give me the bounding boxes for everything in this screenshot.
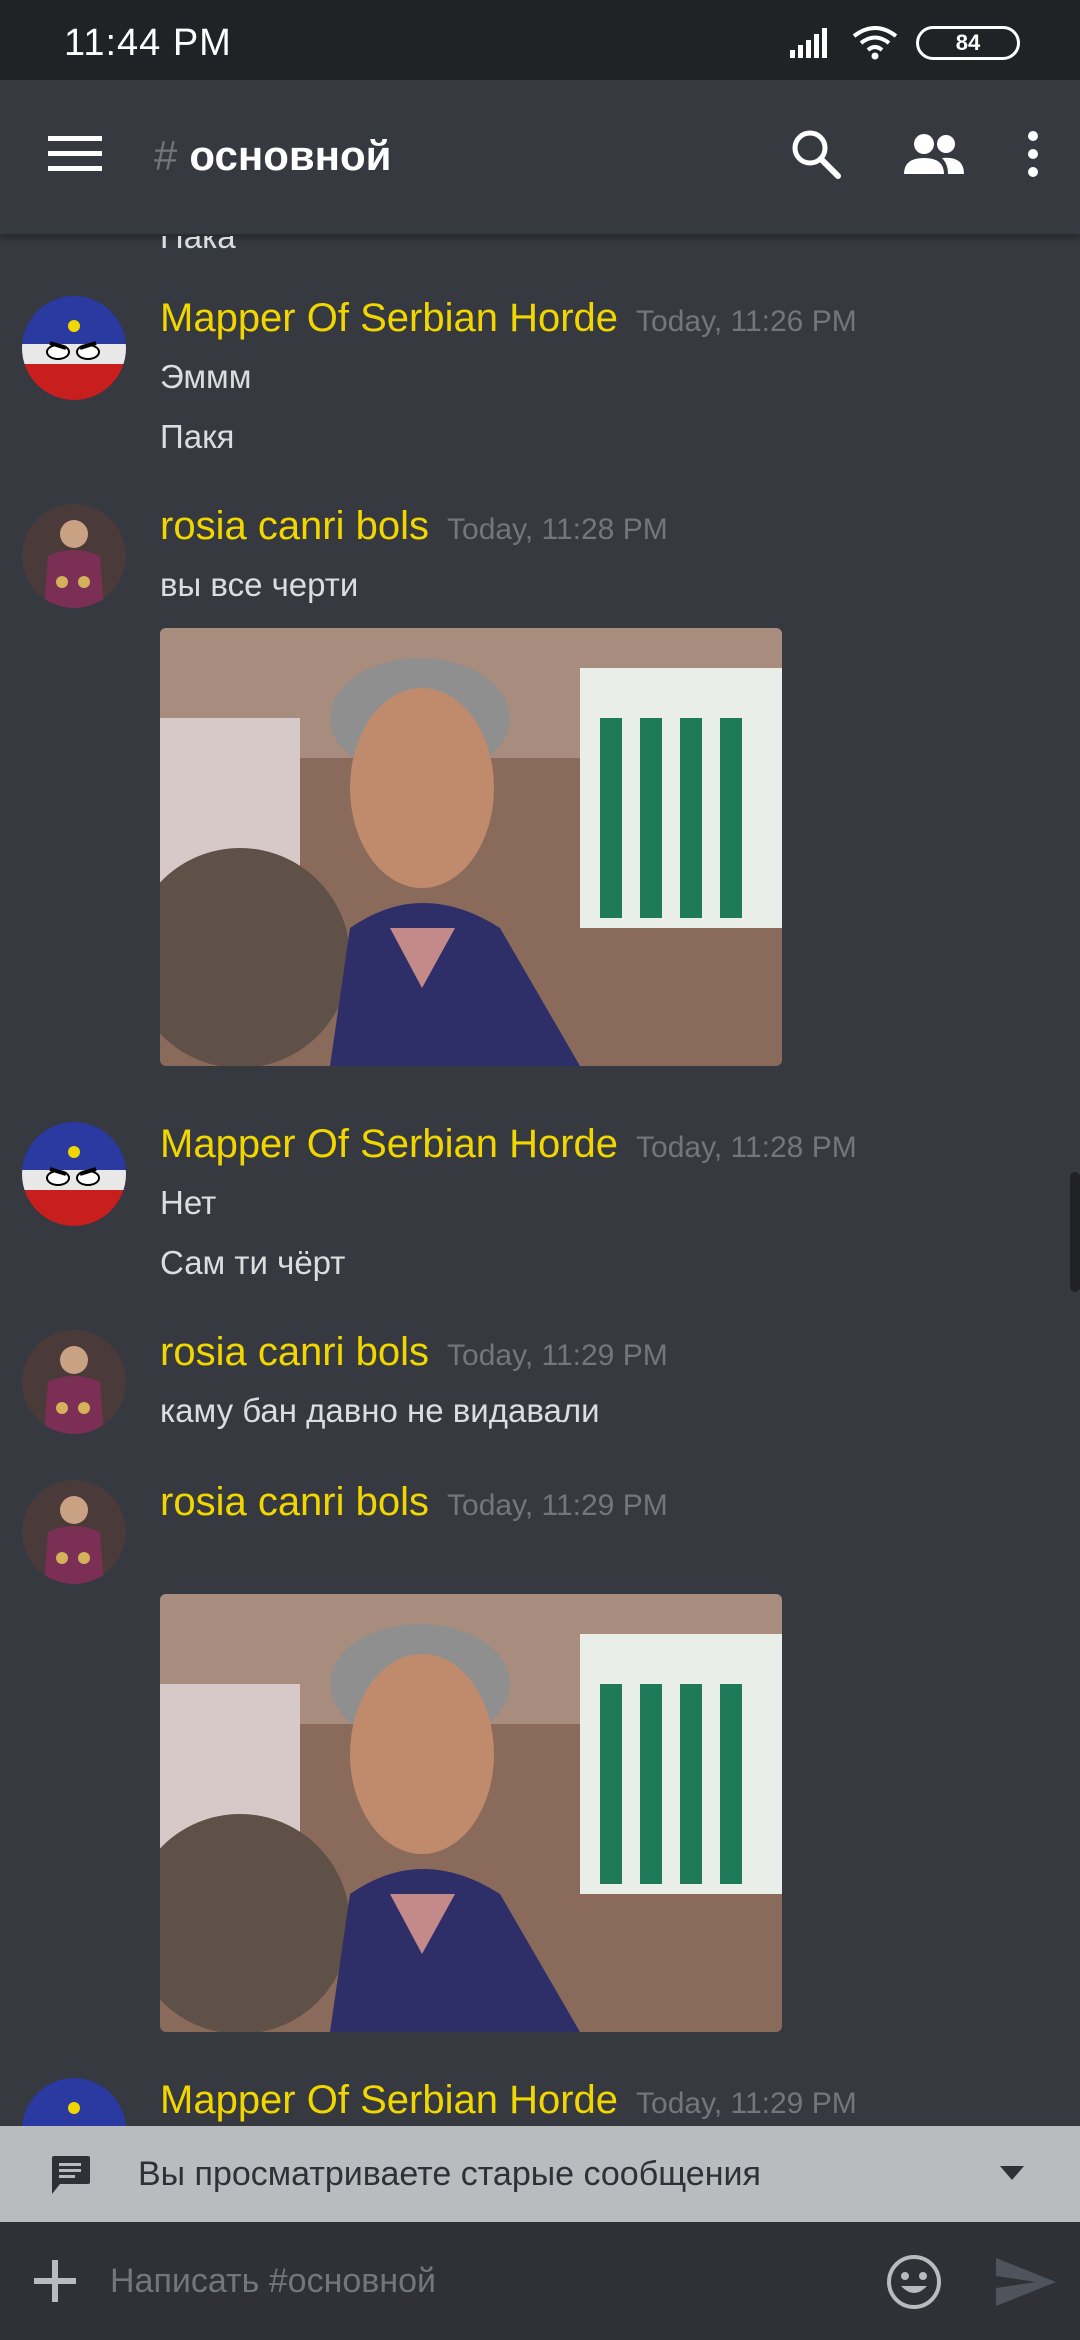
message-input[interactable]: Написать #основной xyxy=(110,2262,436,2301)
signal-icon xyxy=(790,28,827,58)
author-name[interactable]: rosia canri bols xyxy=(160,504,429,548)
emoji-icon[interactable] xyxy=(886,2254,942,2310)
author-name[interactable]: rosia canri bols xyxy=(160,1480,429,1524)
channel-name: основной xyxy=(189,132,392,179)
image-attachment[interactable] xyxy=(160,1594,782,2032)
header-actions xyxy=(790,128,1040,180)
status-bar: 11:44 PM 84 xyxy=(0,0,1080,80)
chevron-down-icon[interactable] xyxy=(1000,2166,1024,2180)
hamburger-menu-icon[interactable] xyxy=(48,134,102,174)
battery-level: 84 xyxy=(955,30,981,55)
channel-header: # основной xyxy=(0,80,1080,236)
avatar[interactable] xyxy=(22,2078,126,2126)
message-text: Сам ти чёрт xyxy=(160,1244,346,1281)
avatar[interactable] xyxy=(22,1480,126,1584)
photo-image xyxy=(160,1594,782,2032)
person-avatar-icon xyxy=(22,1480,126,1584)
message-timestamp: Today, 11:26 PM xyxy=(636,305,857,338)
person-avatar-icon xyxy=(22,504,126,608)
message-timestamp: Today, 11:29 PM xyxy=(636,2087,857,2120)
avatar[interactable] xyxy=(22,296,126,400)
author-name[interactable]: Mapper Of Serbian Horde xyxy=(160,1122,618,1166)
message-author[interactable]: Mapper Of Serbian Horde Today, 11:26 PM xyxy=(160,296,857,341)
message-composer: Написать #основной xyxy=(0,2222,1080,2340)
serbian-ball-avatar-icon xyxy=(22,2078,126,2126)
message-text: Эммм xyxy=(160,358,252,395)
more-vertical-icon[interactable] xyxy=(1026,130,1040,178)
avatar[interactable] xyxy=(22,1122,126,1226)
message-timestamp: Today, 11:29 PM xyxy=(447,1489,668,1522)
message-text: Нет xyxy=(160,1184,217,1221)
send-icon[interactable] xyxy=(996,2258,1056,2306)
author-name[interactable]: Mapper Of Serbian Horde xyxy=(160,2078,618,2122)
old-messages-text: Вы просматриваете старые сообщения xyxy=(138,2154,761,2193)
message-text: каму бан давно не видавали xyxy=(160,1392,600,1429)
channel-hash: # xyxy=(154,132,178,179)
author-name[interactable]: rosia canri bols xyxy=(160,1330,429,1374)
image-attachment[interactable] xyxy=(160,628,782,1066)
channel-title: # основной xyxy=(154,132,392,180)
status-time: 11:44 PM xyxy=(64,22,232,64)
plus-icon[interactable] xyxy=(34,2260,76,2302)
author-name[interactable]: Mapper Of Serbian Horde xyxy=(160,296,618,340)
members-icon[interactable] xyxy=(902,132,966,176)
message-author[interactable]: Mapper Of Serbian Horde Today, 11:29 PM xyxy=(160,2078,857,2123)
avatar[interactable] xyxy=(22,1330,126,1434)
message-text: Пакя xyxy=(160,418,235,455)
message-author[interactable]: rosia canri bols Today, 11:29 PM xyxy=(160,1480,668,1525)
serbian-ball-avatar-icon xyxy=(22,1122,126,1226)
message-list[interactable]: Пака Mapper Of Serbian Horde Today, 11:26… xyxy=(0,236,1080,2126)
chat-bubble-icon xyxy=(52,2156,90,2194)
message-author[interactable]: rosia canri bols Today, 11:29 PM xyxy=(160,1330,668,1375)
status-icons: 84 xyxy=(790,26,1020,60)
old-messages-bar[interactable]: Вы просматриваете старые сообщения xyxy=(0,2126,1080,2222)
scrollbar-thumb[interactable] xyxy=(1070,1172,1080,1292)
partial-message-text: Пака xyxy=(160,236,236,255)
serbian-ball-avatar-icon xyxy=(22,296,126,400)
message-timestamp: Today, 11:28 PM xyxy=(447,513,668,546)
wifi-icon xyxy=(852,26,898,60)
message-author[interactable]: Mapper Of Serbian Horde Today, 11:28 PM xyxy=(160,1122,857,1167)
message-author[interactable]: rosia canri bols Today, 11:28 PM xyxy=(160,504,668,549)
message-text: вы все черти xyxy=(160,566,359,603)
photo-image xyxy=(160,628,782,1066)
person-avatar-icon xyxy=(22,1330,126,1434)
battery-indicator: 84 xyxy=(916,26,1020,60)
avatar[interactable] xyxy=(22,504,126,608)
message-timestamp: Today, 11:28 PM xyxy=(636,1131,857,1164)
search-icon[interactable] xyxy=(790,128,842,180)
message-timestamp: Today, 11:29 PM xyxy=(447,1339,668,1372)
